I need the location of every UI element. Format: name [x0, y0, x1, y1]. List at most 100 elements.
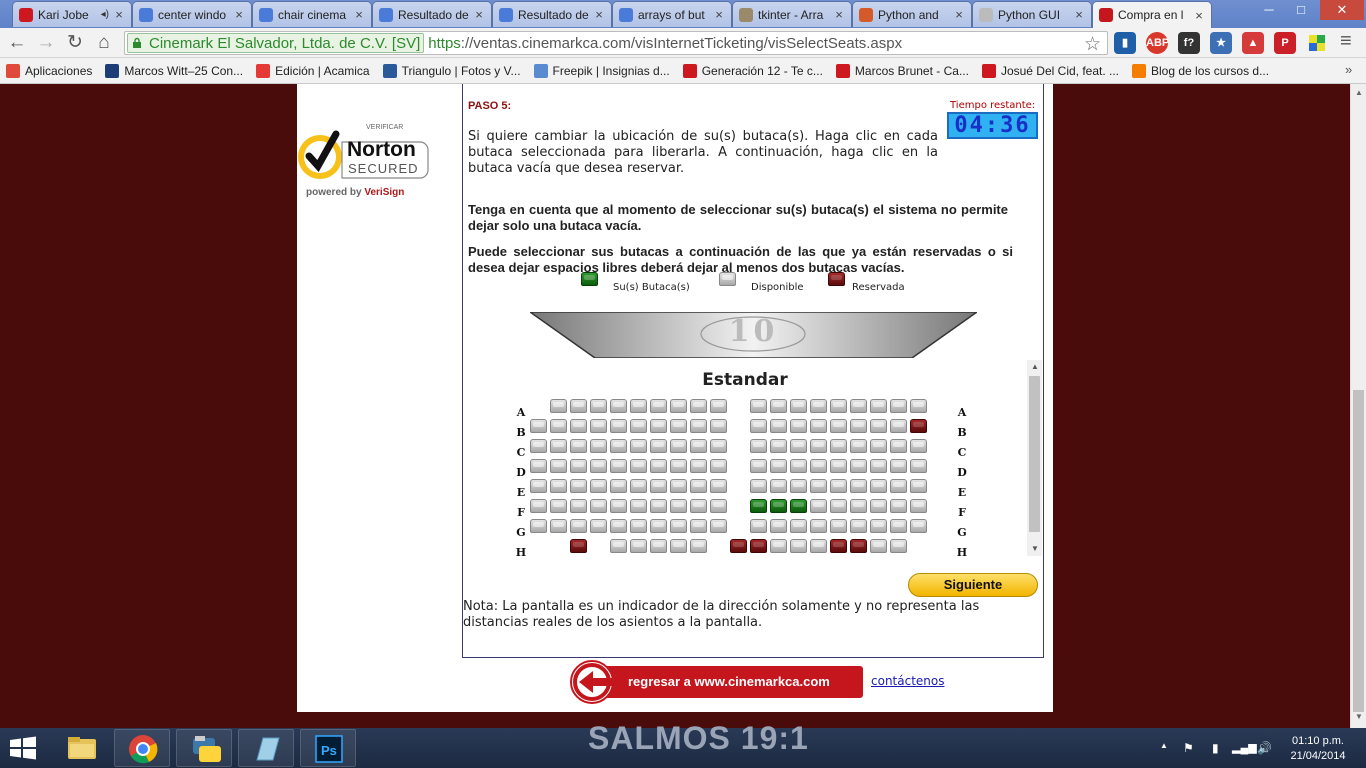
- available-seat[interactable]: [710, 459, 727, 473]
- available-seat[interactable]: [610, 539, 627, 553]
- available-seat[interactable]: [650, 439, 667, 453]
- scroll-thumb[interactable]: [1029, 376, 1040, 532]
- available-seat[interactable]: [690, 439, 707, 453]
- available-seat[interactable]: [870, 459, 887, 473]
- reload-icon[interactable]: ↻: [63, 31, 87, 55]
- available-seat[interactable]: [890, 499, 907, 513]
- available-seat[interactable]: [830, 479, 847, 493]
- available-seat[interactable]: [630, 519, 647, 533]
- available-seat[interactable]: [790, 479, 807, 493]
- windows-start-icon[interactable]: [8, 735, 40, 761]
- available-seat[interactable]: [790, 539, 807, 553]
- available-seat[interactable]: [650, 419, 667, 433]
- available-seat[interactable]: [790, 519, 807, 533]
- available-seat[interactable]: [690, 519, 707, 533]
- flag-icon[interactable]: ⚑: [1183, 741, 1194, 755]
- bookmark-item[interactable]: Edición | Acamica: [256, 63, 370, 78]
- browser-tab[interactable]: Resultado de ×: [372, 1, 492, 27]
- available-seat[interactable]: [670, 519, 687, 533]
- available-seat[interactable]: [830, 459, 847, 473]
- window-scroll-down-icon[interactable]: ▼: [1355, 712, 1363, 721]
- available-seat[interactable]: [830, 439, 847, 453]
- available-seat[interactable]: [690, 399, 707, 413]
- available-seat[interactable]: [750, 419, 767, 433]
- available-seat[interactable]: [650, 499, 667, 513]
- available-seat[interactable]: [890, 539, 907, 553]
- bookmark-item[interactable]: Josué Del Cid, feat. ...: [981, 63, 1119, 78]
- available-seat[interactable]: [570, 419, 587, 433]
- available-seat[interactable]: [530, 519, 547, 533]
- available-seat[interactable]: [570, 439, 587, 453]
- tab-close-icon[interactable]: ×: [233, 7, 245, 22]
- available-seat[interactable]: [830, 499, 847, 513]
- available-seat[interactable]: [710, 419, 727, 433]
- available-seat[interactable]: [570, 399, 587, 413]
- available-seat[interactable]: [650, 399, 667, 413]
- available-seat[interactable]: [850, 419, 867, 433]
- available-seat[interactable]: [550, 479, 567, 493]
- tab-close-icon[interactable]: ×: [713, 7, 725, 22]
- available-seat[interactable]: [810, 399, 827, 413]
- available-seat[interactable]: [590, 499, 607, 513]
- available-seat[interactable]: [750, 439, 767, 453]
- available-seat[interactable]: [830, 419, 847, 433]
- close-window-button[interactable]: ✕: [1320, 0, 1364, 20]
- browser-tab[interactable]: chair cinema ×: [252, 1, 372, 27]
- available-seat[interactable]: [610, 399, 627, 413]
- available-seat[interactable]: [650, 519, 667, 533]
- available-seat[interactable]: [530, 419, 547, 433]
- available-seat[interactable]: [770, 459, 787, 473]
- available-seat[interactable]: [810, 519, 827, 533]
- window-scroll-thumb[interactable]: [1353, 390, 1364, 712]
- notes-taskbar-icon[interactable]: [238, 729, 294, 767]
- browser-tab[interactable]: Kari Jobe ◂) ×: [12, 1, 132, 27]
- available-seat[interactable]: [550, 459, 567, 473]
- window-scrollbar[interactable]: ▲ ▼: [1350, 84, 1366, 728]
- back-arrow-icon[interactable]: ←: [5, 31, 29, 55]
- color-extension-icon[interactable]: [1306, 32, 1328, 54]
- available-seat[interactable]: [570, 499, 587, 513]
- available-seat[interactable]: [850, 459, 867, 473]
- available-seat[interactable]: [650, 539, 667, 553]
- available-seat[interactable]: [870, 399, 887, 413]
- minimize-button[interactable]: ─: [1255, 0, 1283, 20]
- available-seat[interactable]: [670, 479, 687, 493]
- available-seat[interactable]: [590, 399, 607, 413]
- available-seat[interactable]: [750, 399, 767, 413]
- browser-tab[interactable]: tkinter - Arra ×: [732, 1, 852, 27]
- menu-icon[interactable]: ≡: [1340, 30, 1352, 53]
- available-seat[interactable]: [890, 419, 907, 433]
- available-seat[interactable]: [790, 459, 807, 473]
- available-seat[interactable]: [650, 459, 667, 473]
- available-seat[interactable]: [710, 479, 727, 493]
- available-seat[interactable]: [530, 459, 547, 473]
- tab-close-icon[interactable]: ×: [113, 7, 125, 22]
- bookmark-item[interactable]: Triangulo | Fotos y V...: [382, 63, 521, 78]
- available-seat[interactable]: [890, 399, 907, 413]
- available-seat[interactable]: [590, 459, 607, 473]
- extension-icon[interactable]: P: [1274, 32, 1296, 54]
- available-seat[interactable]: [890, 479, 907, 493]
- available-seat[interactable]: [910, 459, 927, 473]
- bookmark-item[interactable]: Marcos Brunet - Ca...: [835, 63, 969, 78]
- available-seat[interactable]: [530, 499, 547, 513]
- available-seat[interactable]: [670, 439, 687, 453]
- available-seat[interactable]: [610, 419, 627, 433]
- available-seat[interactable]: [830, 399, 847, 413]
- available-seat[interactable]: [550, 499, 567, 513]
- bookmark-item[interactable]: Generación 12 - Te c...: [682, 63, 823, 78]
- available-seat[interactable]: [630, 499, 647, 513]
- available-seat[interactable]: [890, 459, 907, 473]
- available-seat[interactable]: [670, 539, 687, 553]
- selected-seat[interactable]: [770, 499, 787, 513]
- browser-tab[interactable]: center windo ×: [132, 1, 252, 27]
- file-explorer-icon[interactable]: [54, 729, 110, 767]
- available-seat[interactable]: [610, 499, 627, 513]
- available-seat[interactable]: [890, 439, 907, 453]
- bookmark-item[interactable]: Blog de los cursos d...: [1132, 63, 1269, 78]
- available-seat[interactable]: [770, 479, 787, 493]
- available-seat[interactable]: [910, 479, 927, 493]
- browser-tab[interactable]: Compra en l ×: [1092, 1, 1212, 28]
- available-seat[interactable]: [910, 519, 927, 533]
- available-seat[interactable]: [870, 539, 887, 553]
